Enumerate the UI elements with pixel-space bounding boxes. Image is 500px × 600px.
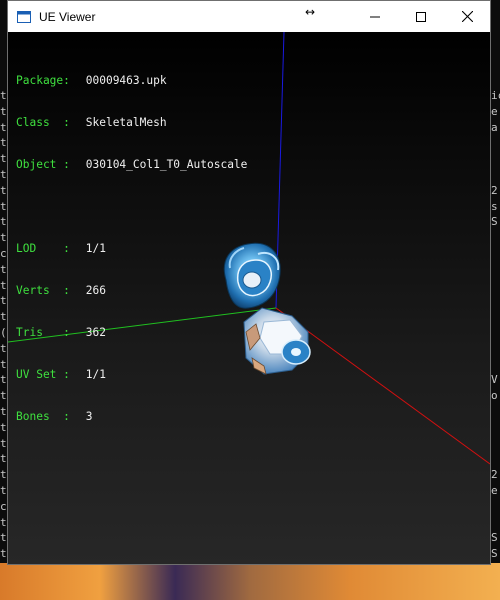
desktop-background [0, 563, 500, 600]
console-char: t [0, 515, 7, 529]
mesh-info-panel: Package: 00009463.upk Class : SkeletalMe… [16, 46, 247, 452]
maximize-icon [416, 7, 426, 26]
console-char: t [0, 183, 7, 197]
console-char: t [0, 420, 7, 434]
info-row-lod: LOD : 1/1 [16, 242, 106, 255]
console-char: t [0, 120, 7, 134]
console-char: t [0, 405, 7, 418]
3d-viewport[interactable]: Package: 00009463.upk Class : SkeletalMe… [8, 32, 490, 564]
maximize-button[interactable] [398, 1, 444, 32]
console-char: t [0, 262, 7, 276]
title-bar[interactable]: UE Viewer ↔ [8, 1, 490, 32]
console-char: 2 [491, 468, 498, 482]
console-char: t [0, 136, 7, 150]
console-char: ic [491, 89, 500, 102]
console-char: t [0, 215, 7, 229]
close-icon [461, 7, 473, 26]
info-row-bones: Bones : 3 [16, 410, 93, 423]
console-char: t [0, 199, 7, 213]
console-char: t [0, 452, 7, 466]
console-char: e [491, 104, 498, 118]
console-char: t [0, 373, 7, 387]
console-char: t [0, 168, 7, 181]
console-char: t [0, 278, 7, 292]
resize-horizontal-icon[interactable]: ↔ [305, 5, 315, 19]
close-button[interactable] [444, 1, 490, 32]
info-row-object: Object : 030104_Col1_T0_Autoscale [16, 158, 248, 171]
console-char: e [491, 484, 498, 497]
console-char: t [0, 531, 7, 545]
console-char: a [491, 120, 498, 134]
console-char: t [0, 231, 7, 245]
console-char: t [0, 484, 7, 497]
background-console-right: icea2sSVo2eSSS [490, 0, 500, 600]
console-char: t [0, 357, 7, 371]
console-char: t [0, 436, 7, 450]
console-char: t [0, 104, 7, 118]
console-char: V [491, 373, 498, 387]
console-char: c [0, 247, 7, 260]
console-char: t [0, 468, 7, 482]
info-row-verts: Verts : 266 [16, 284, 106, 297]
console-char: c [0, 499, 7, 513]
ue-viewer-window[interactable]: UE Viewer ↔ Package: 00009463.upk Class … [7, 0, 491, 565]
app-icon [16, 9, 32, 25]
window-title: UE Viewer [39, 9, 96, 24]
console-char: t [0, 341, 7, 355]
info-row-uvset: UV Set : 1/1 [16, 368, 106, 381]
console-char: s [491, 199, 498, 213]
console-char: t [0, 294, 7, 308]
console-char: t [0, 547, 7, 561]
minimize-icon [370, 7, 380, 26]
console-char: S [491, 531, 498, 545]
info-row-package: Package: 00009463.upk [16, 74, 167, 87]
console-char: ( [0, 326, 7, 339]
console-char: 2 [491, 183, 498, 197]
info-row-class: Class : SkeletalMesh [16, 116, 167, 129]
minimize-button[interactable] [352, 1, 398, 32]
console-char: t [0, 389, 7, 403]
console-char: S [491, 215, 498, 229]
console-char: t [0, 152, 7, 166]
console-char: S [491, 547, 498, 561]
console-char: t [0, 89, 7, 102]
info-row-tris: Tris : 362 [16, 326, 106, 339]
console-char: t [0, 310, 7, 324]
console-char: o [491, 389, 498, 403]
